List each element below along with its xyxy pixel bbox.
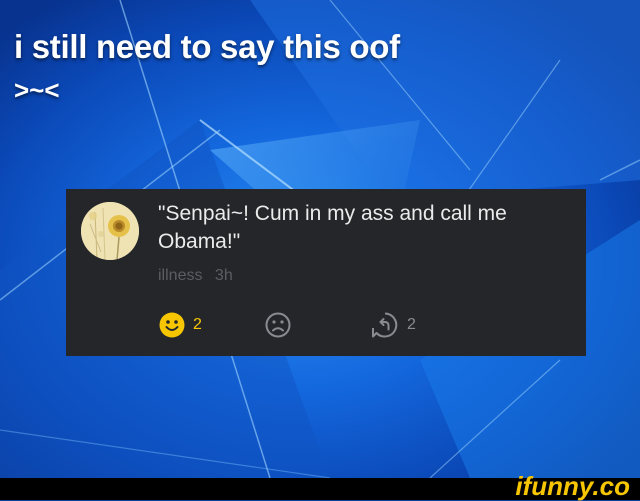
smile-count: 2 [193,316,202,333]
reply-count: 2 [407,316,416,333]
footer-bar: ifunny.co [0,472,640,500]
frown-icon [265,312,291,338]
smile-button[interactable]: 2 [158,311,202,339]
comment-card: "Senpai~! Cum in my ass and call me Obam… [66,189,586,356]
reply-icon [372,312,398,338]
meme-headline: i still need to say this oof [14,28,400,65]
comment-time: 3h [214,267,233,284]
sunflower-icon [81,202,139,260]
comment-text: "Senpai~! Cum in my ass and call me Obam… [158,202,507,253]
smile-icon [159,312,185,338]
meme-emoticon: >~< [14,75,60,105]
frown-button[interactable] [264,311,299,339]
ifunny-logo: ifunny.co [515,471,630,501]
sunflower-avatar[interactable] [81,202,139,260]
reply-button[interactable]: 2 [370,311,416,339]
comment-author[interactable]: illness [158,267,202,284]
comment-actions: 2 2 [158,311,538,341]
comment-meta: illness 3h [158,267,241,285]
